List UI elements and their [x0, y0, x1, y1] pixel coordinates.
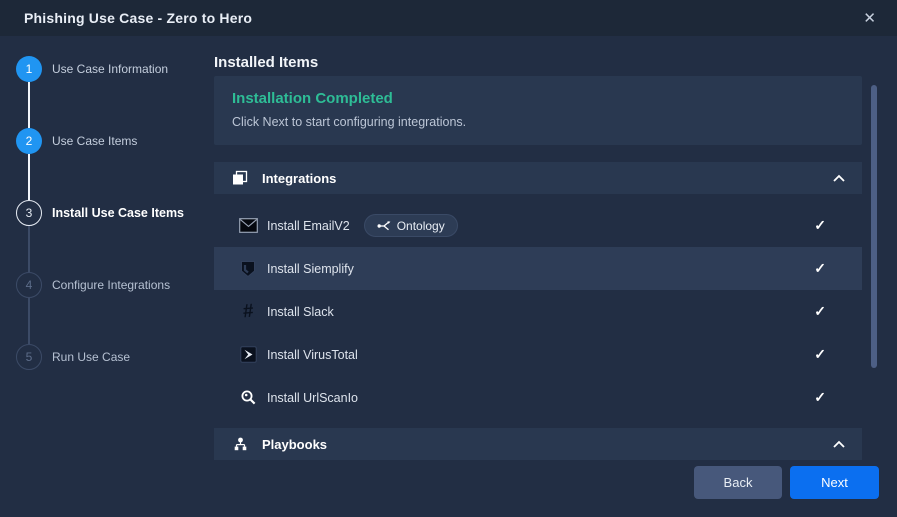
section-header-playbooks[interactable]: Playbooks [214, 428, 862, 460]
step-connector [28, 298, 30, 344]
next-button[interactable]: Next [790, 466, 879, 499]
step-number-badge: 3 [16, 200, 42, 226]
step-connector [28, 82, 30, 128]
siemplify-shield-icon [238, 260, 258, 278]
step-label: Use Case Information [52, 62, 168, 76]
step-label: Configure Integrations [52, 278, 170, 292]
item-label: Install Siemplify [267, 262, 354, 276]
list-item-emailv2[interactable]: Install EmailV2 Ontology ✓ [214, 204, 862, 247]
back-button[interactable]: Back [694, 466, 782, 499]
step-label: Install Use Case Items [52, 206, 184, 220]
integrations-layers-icon [230, 170, 250, 186]
check-icon: ✓ [814, 217, 826, 234]
step-label: Use Case Items [52, 134, 137, 148]
email-icon [238, 218, 258, 233]
section-label: Integrations [262, 171, 336, 186]
search-icon [238, 389, 258, 406]
section-label: Playbooks [262, 437, 327, 452]
ontology-badge: Ontology [364, 214, 458, 237]
item-label: Install UrlScanIo [267, 391, 358, 405]
chevron-up-icon[interactable] [832, 439, 846, 449]
list-item-siemplify[interactable]: Install Siemplify ✓ [214, 247, 862, 290]
step-run-use-case[interactable]: 5 Run Use Case [16, 344, 130, 370]
installation-status-title: Installation Completed [232, 90, 862, 107]
check-icon: ✓ [814, 346, 826, 363]
installation-status-subtitle: Click Next to start configuring integrat… [232, 115, 862, 129]
wizard-dialog: Phishing Use Case - Zero to Hero ✕ 1 Use… [0, 0, 897, 517]
installation-status-banner: Installation Completed Click Next to sta… [214, 76, 862, 145]
scrollbar-thumb[interactable] [871, 85, 877, 368]
item-label: Install EmailV2 [267, 219, 350, 233]
item-label: Install Slack [267, 305, 334, 319]
check-icon: ✓ [814, 389, 826, 406]
step-number-badge: 4 [16, 272, 42, 298]
step-connector [28, 154, 30, 200]
step-install-use-case-items[interactable]: 3 Install Use Case Items [16, 200, 184, 226]
title-bar: Phishing Use Case - Zero to Hero ✕ [0, 0, 897, 36]
page-title: Installed Items [214, 54, 318, 71]
virustotal-icon [238, 346, 258, 363]
step-sidebar: 1 Use Case Information 2 Use Case Items … [0, 36, 214, 517]
list-item-urlscanio[interactable]: Install UrlScanIo ✓ [214, 376, 862, 419]
playbooks-sitemap-icon [230, 437, 250, 452]
step-number-badge: 1 [16, 56, 42, 82]
list-item-slack[interactable]: # Install Slack ✓ [214, 290, 862, 333]
check-icon: ✓ [814, 303, 826, 320]
chevron-up-icon[interactable] [832, 173, 846, 183]
check-icon: ✓ [814, 260, 826, 277]
content-panel: Installed Items Installation Completed C… [214, 36, 897, 517]
close-icon[interactable]: ✕ [863, 11, 876, 26]
step-number-badge: 5 [16, 344, 42, 370]
list-item-virustotal[interactable]: Install VirusTotal ✓ [214, 333, 862, 376]
step-connector [28, 226, 30, 272]
ontology-branch-icon [377, 220, 391, 232]
item-label: Install VirusTotal [267, 348, 358, 362]
ontology-badge-label: Ontology [397, 219, 445, 233]
step-label: Run Use Case [52, 350, 130, 364]
slack-icon: # [238, 302, 258, 321]
step-use-case-information[interactable]: 1 Use Case Information [16, 56, 168, 82]
dialog-title: Phishing Use Case - Zero to Hero [24, 10, 252, 26]
step-configure-integrations[interactable]: 4 Configure Integrations [16, 272, 170, 298]
step-use-case-items[interactable]: 2 Use Case Items [16, 128, 137, 154]
section-header-integrations[interactable]: Integrations [214, 162, 862, 194]
step-number-badge: 2 [16, 128, 42, 154]
